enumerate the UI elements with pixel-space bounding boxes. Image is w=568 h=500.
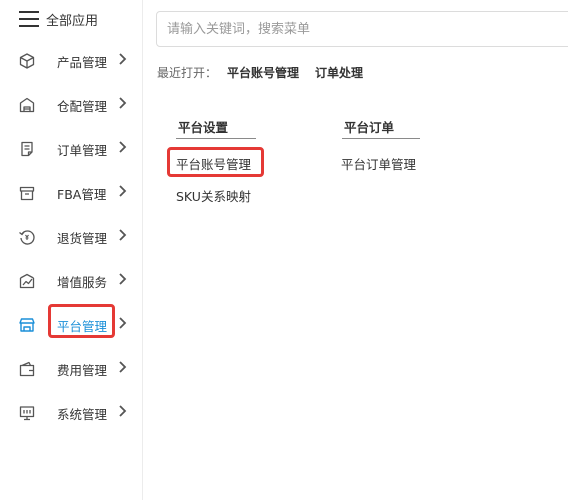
menu-link-sku-mapping[interactable]: SKU关系映射 xyxy=(176,186,251,205)
sidebar-item-products[interactable]: 产品管理 xyxy=(0,46,143,74)
wallet-icon xyxy=(18,360,36,378)
sidebar-item-platform[interactable]: 平台管理 xyxy=(0,310,143,338)
warehouse-icon xyxy=(18,96,36,114)
chevron-right-icon xyxy=(117,95,127,111)
return-icon xyxy=(18,228,36,246)
sidebar-item-label: FBA管理 xyxy=(57,187,107,202)
chevron-right-icon xyxy=(117,271,127,287)
sidebar-item-label: 仓配管理 xyxy=(57,99,108,114)
chevron-right-icon xyxy=(117,227,127,243)
cube-icon xyxy=(18,52,36,70)
chart-icon xyxy=(18,272,36,290)
column-divider xyxy=(176,138,256,139)
sidebar-item-label: 增值服务 xyxy=(57,275,108,290)
sidebar-item-orders[interactable]: 订单管理 xyxy=(0,134,143,162)
menu-link-platform-account[interactable]: 平台账号管理 xyxy=(176,154,251,173)
sidebar-item-label: 订单管理 xyxy=(57,143,108,158)
sidebar-item-warehouse[interactable]: 仓配管理 xyxy=(0,90,143,118)
chevron-right-icon xyxy=(117,359,127,375)
column-heading: 平台订单 xyxy=(344,120,395,135)
document-icon xyxy=(18,140,36,158)
store-icon xyxy=(18,316,36,334)
chevron-right-icon xyxy=(117,183,127,199)
search-input[interactable] xyxy=(157,12,568,46)
sidebar-header[interactable]: 全部应用 xyxy=(0,0,143,36)
menu-link-platform-orders[interactable]: 平台订单管理 xyxy=(341,154,416,173)
box-icon xyxy=(18,184,36,202)
recent-link[interactable]: 订单处理 xyxy=(315,64,363,81)
chevron-right-icon xyxy=(117,315,127,331)
sidebar-item-fba[interactable]: FBA管理 xyxy=(0,178,143,206)
menu-search[interactable] xyxy=(156,11,568,47)
chevron-right-icon xyxy=(117,51,127,67)
sidebar: 全部应用 产品管理 仓配管理 订单管理 FBA管理 退货管理 增值服务 平台管理… xyxy=(0,0,143,500)
sidebar-item-label: 平台管理 xyxy=(57,319,108,334)
sidebar-item-label: 费用管理 xyxy=(57,363,108,378)
chevron-right-icon xyxy=(117,403,127,419)
recent-label: 最近打开： xyxy=(157,66,218,80)
hamburger-menu-icon[interactable] xyxy=(19,11,39,27)
recently-opened: 最近打开： 平台账号管理 订单处理 xyxy=(157,64,363,81)
column-divider xyxy=(342,138,420,139)
sidebar-item-label: 系统管理 xyxy=(57,407,108,422)
monitor-icon xyxy=(18,404,36,422)
recent-link[interactable]: 平台账号管理 xyxy=(227,64,299,81)
chevron-right-icon xyxy=(117,139,127,155)
sidebar-item-fees[interactable]: 费用管理 xyxy=(0,354,143,382)
sidebar-item-system[interactable]: 系统管理 xyxy=(0,398,143,426)
sidebar-item-label: 退货管理 xyxy=(57,231,108,246)
sidebar-item-value-added[interactable]: 增值服务 xyxy=(0,266,143,294)
sidebar-item-label: 产品管理 xyxy=(57,55,108,70)
sidebar-item-returns[interactable]: 退货管理 xyxy=(0,222,143,250)
sidebar-title: 全部应用 xyxy=(46,14,99,29)
column-heading: 平台设置 xyxy=(178,120,229,135)
